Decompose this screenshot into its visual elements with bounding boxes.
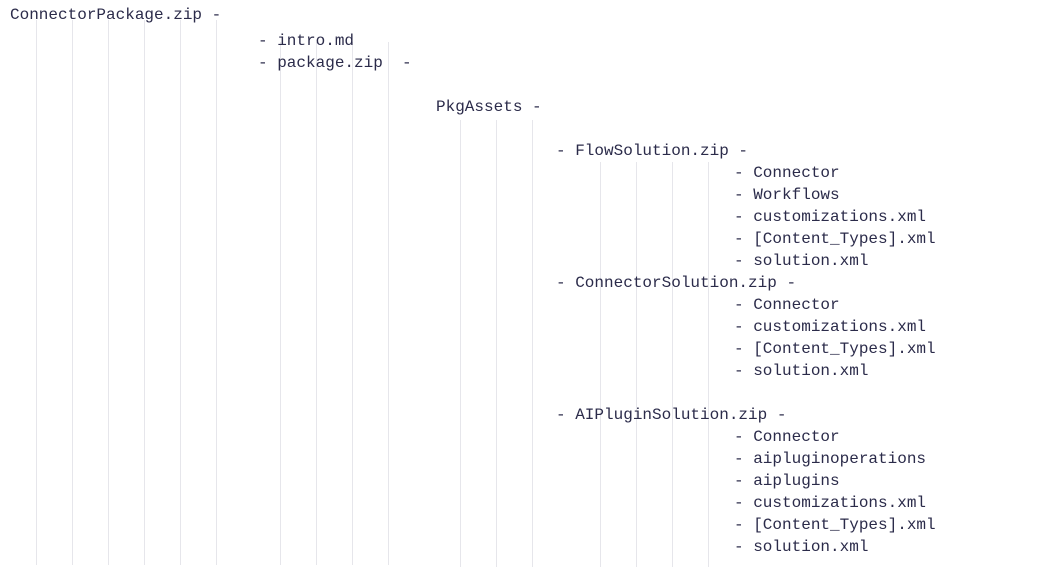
pkgassets-folder: PkgAssets - (436, 96, 542, 118)
ai-plugins: - aiplugins (734, 470, 840, 492)
ai-pluginoperations: - aipluginoperations (734, 448, 926, 470)
root-node: ConnectorPackage.zip - (10, 4, 221, 26)
fs-connector: - Connector (734, 162, 840, 184)
package-zip: - package.zip - (258, 52, 412, 74)
indentation-guides (0, 0, 1057, 567)
flowsolution-zip: - FlowSolution.zip - (556, 140, 748, 162)
cs-solution: - solution.xml (734, 360, 868, 382)
cs-content-types: - [Content_Types].xml (734, 338, 936, 360)
ai-customizations: - customizations.xml (734, 492, 926, 514)
fs-solution: - solution.xml (734, 250, 868, 272)
fs-workflows: - Workflows (734, 184, 840, 206)
cs-connector: - Connector (734, 294, 840, 316)
fs-content-types: - [Content_Types].xml (734, 228, 936, 250)
fs-customizations: - customizations.xml (734, 206, 926, 228)
ai-solution: - solution.xml (734, 536, 868, 558)
cs-customizations: - customizations.xml (734, 316, 926, 338)
ai-content-types: - [Content_Types].xml (734, 514, 936, 536)
ai-connector: - Connector (734, 426, 840, 448)
aipluginsolution-zip: - AIPluginSolution.zip - (556, 404, 786, 426)
connectorsolution-zip: - ConnectorSolution.zip - (556, 272, 796, 294)
intro-file: - intro.md (258, 30, 354, 52)
